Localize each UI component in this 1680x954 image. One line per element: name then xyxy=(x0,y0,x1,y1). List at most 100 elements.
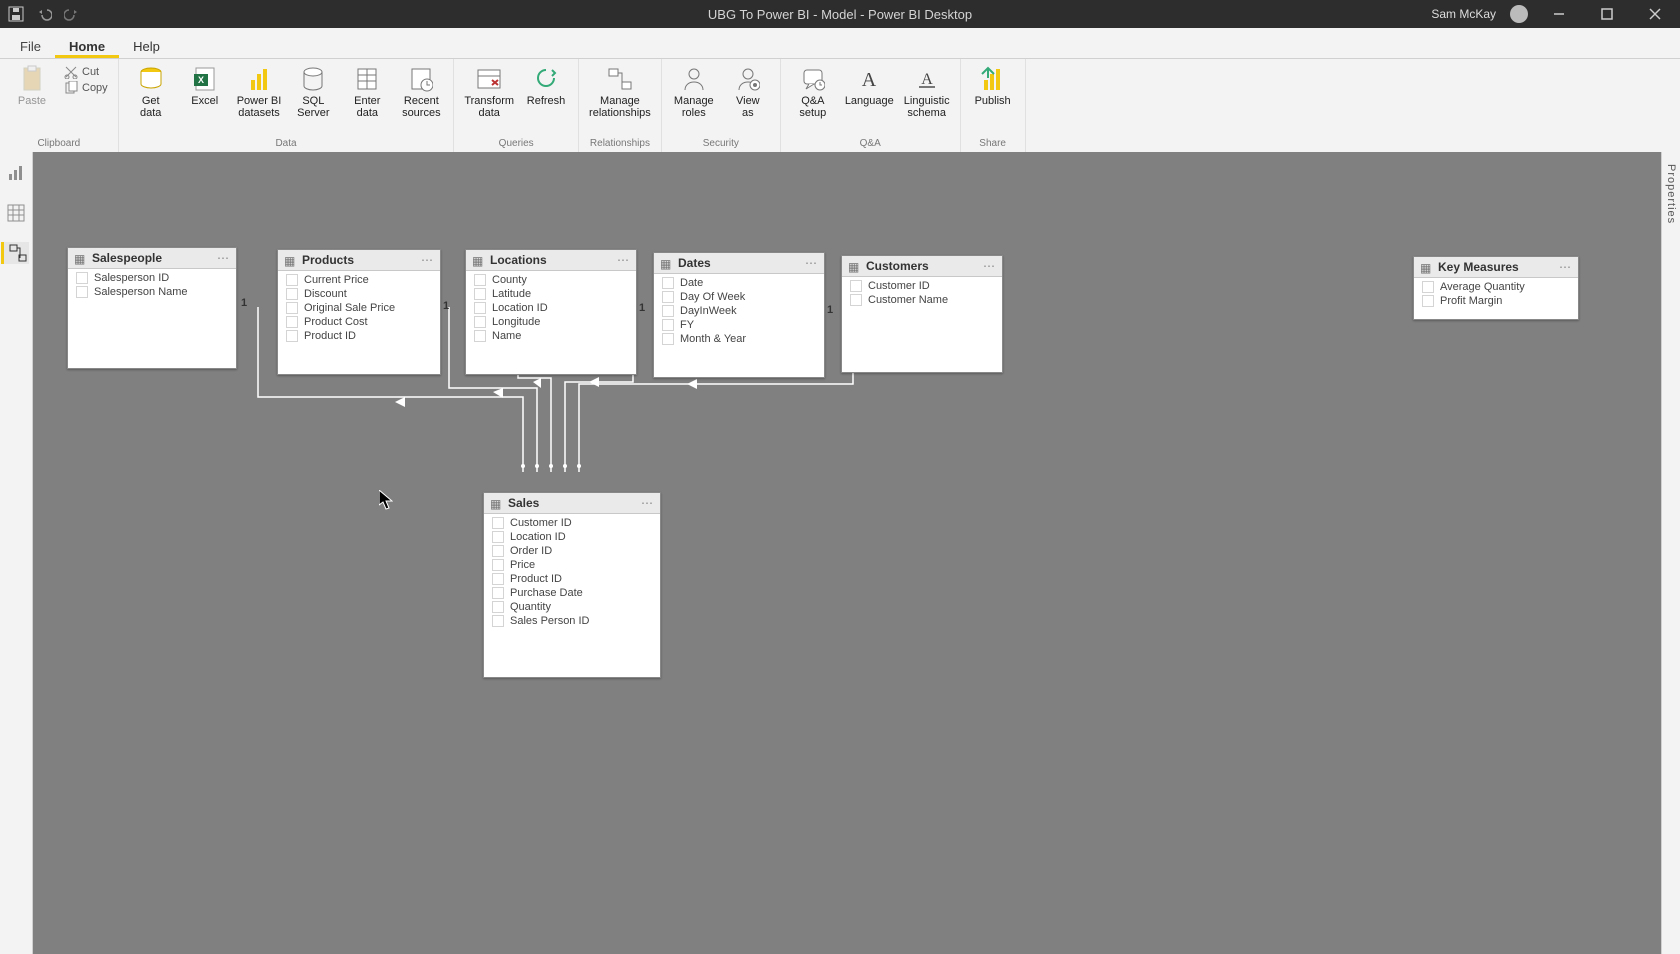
properties-panel-collapsed[interactable]: Properties xyxy=(1661,152,1680,954)
table-menu-icon[interactable]: ⋯ xyxy=(421,253,434,267)
field-row[interactable]: Profit Margin xyxy=(1414,294,1578,308)
field-row[interactable]: Longitude xyxy=(466,315,636,329)
table-key-measures[interactable]: ▦ Key Measures ⋯ Average Quantity Profit… xyxy=(1413,256,1579,320)
field-row[interactable]: Month & Year xyxy=(654,332,824,346)
view-as-icon xyxy=(734,65,762,93)
field-row[interactable]: Original Sale Price xyxy=(278,301,440,315)
transform-label: Transform data xyxy=(464,95,514,119)
menu-file[interactable]: File xyxy=(6,33,55,58)
redo-icon[interactable] xyxy=(64,6,80,22)
pbi-datasets-button[interactable]: Power BI datasets xyxy=(233,63,286,137)
table-locations[interactable]: ▦ Locations ⋯ County Latitude Location I… xyxy=(465,249,637,375)
menu-home[interactable]: Home xyxy=(55,33,119,58)
field-row[interactable]: Sales Person ID xyxy=(484,614,660,628)
field-row[interactable]: Salesperson Name xyxy=(68,285,236,299)
manage-relationships-button[interactable]: Manage relationships xyxy=(585,63,655,137)
qa-setup-icon xyxy=(799,65,827,93)
copy-button: Copy xyxy=(64,81,108,95)
field-row[interactable]: Discount xyxy=(278,287,440,301)
table-menu-icon[interactable]: ⋯ xyxy=(641,496,654,510)
table-sales[interactable]: ▦ Sales ⋯ Customer ID Location ID Order … xyxy=(483,492,661,678)
avatar[interactable] xyxy=(1510,5,1528,23)
field-row[interactable]: Purchase Date xyxy=(484,586,660,600)
table-menu-icon[interactable]: ⋯ xyxy=(617,253,630,267)
model-view-icon[interactable] xyxy=(1,242,29,264)
signed-in-user[interactable]: Sam McKay xyxy=(1431,7,1496,21)
field-row[interactable]: Latitude xyxy=(466,287,636,301)
sql-icon xyxy=(299,65,327,93)
ribbon-group-qa: Q&A setup A Language A Linguistic schema… xyxy=(781,59,961,153)
field-row[interactable]: Product ID xyxy=(484,572,660,586)
table-menu-icon[interactable]: ⋯ xyxy=(805,256,818,270)
field-row[interactable]: County xyxy=(466,273,636,287)
enter-data-button[interactable]: Enter data xyxy=(341,63,393,137)
field-row[interactable]: Product Cost xyxy=(278,315,440,329)
field-row[interactable]: Current Price xyxy=(278,273,440,287)
field-label: County xyxy=(492,274,527,286)
field-row[interactable]: Date xyxy=(654,276,824,290)
field-row[interactable]: Customer ID xyxy=(484,516,660,530)
model-canvas[interactable]: ▦ Salespeople ⋯ Salesperson ID Salespers… xyxy=(33,152,1661,954)
field-row[interactable]: Day Of Week xyxy=(654,290,824,304)
pbi-label: Power BI datasets xyxy=(237,95,282,119)
table-title: Sales xyxy=(508,496,635,510)
field-label: Latitude xyxy=(492,288,531,300)
copy-icon xyxy=(64,81,78,95)
refresh-button[interactable]: Refresh xyxy=(520,63,572,137)
field-row[interactable]: Order ID xyxy=(484,544,660,558)
maximize-icon[interactable] xyxy=(1590,0,1624,28)
publish-button[interactable]: Publish xyxy=(967,63,1019,137)
excel-button[interactable]: X Excel xyxy=(179,63,231,137)
field-row[interactable]: Name xyxy=(466,329,636,343)
field-label: Product ID xyxy=(304,330,356,342)
field-list: Date Day Of Week DayInWeek FY Month & Ye… xyxy=(654,274,824,348)
field-row[interactable]: Location ID xyxy=(484,530,660,544)
language-icon: A xyxy=(855,65,883,93)
refresh-icon xyxy=(532,65,560,93)
ribbon-caption-clipboard: Clipboard xyxy=(6,137,112,153)
table-menu-icon[interactable]: ⋯ xyxy=(217,251,230,265)
field-row[interactable]: Customer ID xyxy=(842,279,1002,293)
transform-data-button[interactable]: Transform data xyxy=(460,63,518,137)
close-icon[interactable] xyxy=(1638,0,1672,28)
data-view-icon[interactable] xyxy=(5,202,27,224)
table-title: Locations xyxy=(490,253,611,267)
recent-label: Recent sources xyxy=(402,95,441,119)
linguistic-schema-button[interactable]: A Linguistic schema xyxy=(900,63,954,137)
view-as-button[interactable]: View as xyxy=(722,63,774,137)
qa-setup-button[interactable]: Q&A setup xyxy=(787,63,839,137)
field-row[interactable]: Quantity xyxy=(484,600,660,614)
report-view-icon[interactable] xyxy=(5,162,27,184)
svg-text:A: A xyxy=(862,69,877,91)
table-customers[interactable]: ▦ Customers ⋯ Customer ID Customer Name xyxy=(841,255,1003,373)
window-title: UBG To Power BI - Model - Power BI Deskt… xyxy=(0,7,1680,22)
table-salespeople[interactable]: ▦ Salespeople ⋯ Salesperson ID Salespers… xyxy=(67,247,237,369)
field-row[interactable]: Product ID xyxy=(278,329,440,343)
menu-help[interactable]: Help xyxy=(119,33,174,58)
table-menu-icon[interactable]: ⋯ xyxy=(1559,260,1572,274)
minimize-icon[interactable] xyxy=(1542,0,1576,28)
sql-server-button[interactable]: SQL Server xyxy=(287,63,339,137)
table-dates[interactable]: ▦ Dates ⋯ Date Day Of Week DayInWeek xyxy=(653,252,825,378)
field-row[interactable]: Customer Name xyxy=(842,293,1002,307)
field-row[interactable]: DayInWeek xyxy=(654,304,824,318)
title-bar: UBG To Power BI - Model - Power BI Deskt… xyxy=(0,0,1680,28)
field-row[interactable]: Average Quantity xyxy=(1414,280,1578,294)
undo-icon[interactable] xyxy=(36,6,52,22)
manage-roles-button[interactable]: Manage roles xyxy=(668,63,720,137)
table-products[interactable]: ▦ Products ⋯ Current Price Discount Orig… xyxy=(277,249,441,375)
field-row[interactable]: Price xyxy=(484,558,660,572)
language-label: Language xyxy=(845,95,894,107)
field-row[interactable]: Salesperson ID xyxy=(68,271,236,285)
language-button[interactable]: A Language xyxy=(841,63,898,137)
field-row[interactable]: FY xyxy=(654,318,824,332)
ribbon-caption-rel: Relationships xyxy=(585,137,655,153)
table-menu-icon[interactable]: ⋯ xyxy=(983,259,996,273)
field-label: Purchase Date xyxy=(510,587,583,599)
get-data-label: Get data xyxy=(140,95,161,119)
get-data-button[interactable]: Get data xyxy=(125,63,177,137)
enter-data-icon xyxy=(353,65,381,93)
field-row[interactable]: Location ID xyxy=(466,301,636,315)
recent-sources-button[interactable]: Recent sources xyxy=(395,63,447,137)
save-icon[interactable] xyxy=(8,6,24,22)
